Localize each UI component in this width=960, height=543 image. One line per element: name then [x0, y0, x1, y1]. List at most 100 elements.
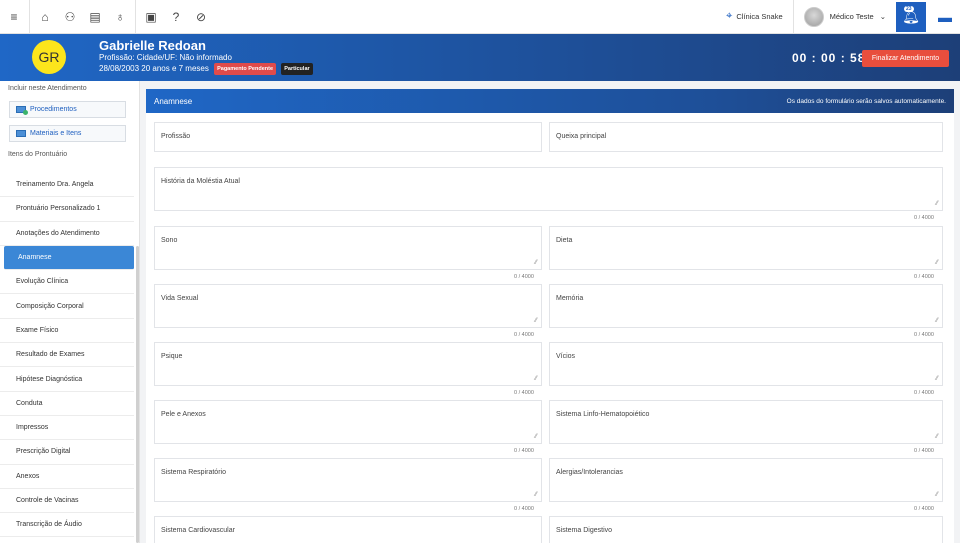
digestivo-label: Sistema Digestivo [556, 527, 613, 534]
chevron-down-icon: ⌄ [879, 12, 886, 21]
resize-handle-icon[interactable]: ⁄⁄ [535, 492, 537, 498]
sidebar: Incluir neste Atendimento Procedimentos … [0, 81, 140, 543]
divider [29, 0, 30, 34]
patient-profession: Profissão: Cidade/UF: Não informado [99, 53, 232, 62]
char-counter: 0 / 4000 [914, 390, 934, 396]
user-name: Médico Teste [829, 12, 874, 21]
char-counter: 0 / 4000 [914, 215, 934, 221]
alergias-label: Alergias/Intolerancias [556, 469, 623, 476]
sidebar-item-prontuario-personalizado[interactable]: Prontuário Personalizado 1 [0, 197, 134, 222]
resize-handle-icon[interactable]: ⁄⁄ [936, 201, 938, 207]
sidebar-item-anexos[interactable]: Anexos [0, 465, 134, 489]
resize-handle-icon[interactable]: ⁄⁄ [936, 318, 938, 324]
sidebar-item-prescricao[interactable]: Prescrição Digital [0, 440, 134, 465]
sidebar-item-resultado-exames[interactable]: Resultado de Exames [0, 343, 134, 368]
sidebar-item-impressos[interactable]: Impressos [0, 416, 134, 441]
block-icon[interactable]: ⊘ [190, 6, 212, 28]
sidebar-item-conduta[interactable]: Conduta [0, 392, 134, 416]
pele-field[interactable]: Pele e Anexos ⁄⁄ [154, 400, 542, 444]
char-counter: 0 / 4000 [914, 506, 934, 512]
psique-field[interactable]: Psique ⁄⁄ [154, 342, 542, 386]
items-label: Itens do Prontuário [8, 151, 68, 158]
chat-button[interactable]: ▬ [930, 2, 960, 32]
panel-header: Anamnese Os dados do formulário serão sa… [146, 89, 954, 113]
respiratorio-label: Sistema Respiratório [161, 469, 226, 476]
chat-icon: ▬ [938, 8, 952, 25]
pele-label: Pele e Anexos [161, 411, 206, 418]
sidebar-item-anotacoes[interactable]: Anotações do Atendimento [0, 222, 134, 246]
finalize-button[interactable]: Finalizar Atendimento [862, 50, 949, 67]
digestivo-field[interactable]: Sistema Digestivo [549, 516, 943, 543]
resize-handle-icon[interactable]: ⁄⁄ [535, 260, 537, 266]
divider [135, 0, 136, 34]
vicios-field[interactable]: Vícios ⁄⁄ [549, 342, 943, 386]
dieta-label: Dieta [556, 237, 573, 244]
sidebar-item-evolucao[interactable]: Evolução Clínica [0, 270, 134, 295]
home-icon[interactable]: ⌂ [34, 6, 56, 28]
record-items-list: Treinamento Dra. Angela Prontuário Perso… [0, 173, 134, 538]
procedures-button[interactable]: Procedimentos [9, 101, 126, 118]
historia-field[interactable]: História da Moléstia Atual ⁄⁄ [154, 167, 943, 211]
char-counter: 0 / 4000 [514, 274, 534, 280]
sidebar-scrollbar[interactable] [136, 246, 139, 543]
linfo-field[interactable]: Sistema Linfo-Hematopoiético ⁄⁄ [549, 400, 943, 444]
sidebar-item-transcricao[interactable]: Transcrição de Áudio [0, 513, 134, 538]
sidebar-item-exame-fisico[interactable]: Exame Físico [0, 319, 134, 344]
patients-icon[interactable]: ⚇ [59, 6, 81, 28]
help-icon[interactable]: ? [165, 6, 187, 28]
resize-handle-icon[interactable]: ⁄⁄ [936, 376, 938, 382]
vida-sexual-label: Vida Sexual [161, 295, 199, 302]
patient-avatar: GR [32, 40, 66, 74]
char-counter: 0 / 4000 [514, 506, 534, 512]
sidebar-item-treinamento[interactable]: Treinamento Dra. Angela [0, 173, 134, 198]
alergias-field[interactable]: Alergias/Intolerancias ⁄⁄ [549, 458, 943, 502]
sidebar-item-vacinas[interactable]: Controle de Vacinas [0, 489, 134, 514]
sidebar-item-anamnese[interactable]: Anamnese [4, 245, 134, 271]
type-badge: Particular [281, 63, 313, 75]
avatar [803, 6, 824, 27]
patient-header: GR Gabrielle Redoan Profissão: Cidade/UF… [0, 34, 960, 81]
char-counter: 0 / 4000 [514, 390, 534, 396]
respiratorio-field[interactable]: Sistema Respiratório ⁄⁄ [154, 458, 542, 502]
resize-handle-icon[interactable]: ⁄⁄ [936, 260, 938, 266]
materials-button[interactable]: Materiais e Itens [9, 125, 126, 142]
user-menu[interactable]: Médico Teste ⌄ [794, 0, 896, 34]
profissao-field[interactable]: Profissão [154, 122, 542, 152]
char-counter: 0 / 4000 [514, 332, 534, 338]
char-counter: 0 / 4000 [514, 448, 534, 454]
sono-field[interactable]: Sono ⁄⁄ [154, 226, 542, 270]
menu-icon[interactable]: ≡ [3, 6, 25, 28]
include-label: Incluir neste Atendimento [8, 85, 87, 92]
patient-name: Gabrielle Redoan [99, 38, 206, 53]
memoria-label: Memória [556, 295, 584, 302]
clinic-selector[interactable]: ⌖ Clínica Snake [716, 0, 794, 34]
memoria-field[interactable]: Memória ⁄⁄ [549, 284, 943, 328]
autosave-note: Os dados do formulário serão salvos auto… [786, 97, 946, 105]
procedures-icon [16, 106, 28, 115]
calendar-icon[interactable]: ▤ [84, 6, 106, 28]
resize-handle-icon[interactable]: ⁄⁄ [535, 434, 537, 440]
resize-handle-icon[interactable]: ⁄⁄ [535, 318, 537, 324]
resize-handle-icon[interactable]: ⁄⁄ [936, 434, 938, 440]
sidebar-item-composicao[interactable]: Composição Corporal [0, 294, 134, 319]
queixa-field[interactable]: Queixa principal [549, 122, 943, 152]
sidebar-item-hipotese[interactable]: Hipótese Diagnóstica [0, 367, 134, 392]
procedures-label: Procedimentos [30, 106, 77, 113]
session-timer: 00 : 00 : 58 [792, 51, 866, 65]
materials-icon [16, 130, 26, 137]
linfo-label: Sistema Linfo-Hematopoiético [556, 411, 650, 418]
dieta-field[interactable]: Dieta ⁄⁄ [549, 226, 943, 270]
location-pin-icon: ⌖ [726, 10, 733, 22]
patient-dob: 28/08/2003 20 anos e 7 meses [99, 64, 209, 74]
notifications-button[interactable]: 23 🔔︎ [896, 1, 926, 32]
resize-handle-icon[interactable]: ⁄⁄ [936, 492, 938, 498]
materials-label: Materiais e Itens [30, 130, 82, 137]
panel-title: Anamnese [154, 96, 193, 106]
id-card-icon[interactable]: ▣ [140, 6, 162, 28]
resize-handle-icon[interactable]: ⁄⁄ [535, 376, 537, 382]
cardio-field[interactable]: Sistema Cardiovascular [154, 516, 542, 543]
char-counter: 0 / 4000 [914, 274, 934, 280]
stethoscope-icon[interactable]: ♁ [109, 6, 131, 28]
profissao-label: Profissão [161, 133, 191, 140]
vida-sexual-field[interactable]: Vida Sexual ⁄⁄ [154, 284, 542, 328]
